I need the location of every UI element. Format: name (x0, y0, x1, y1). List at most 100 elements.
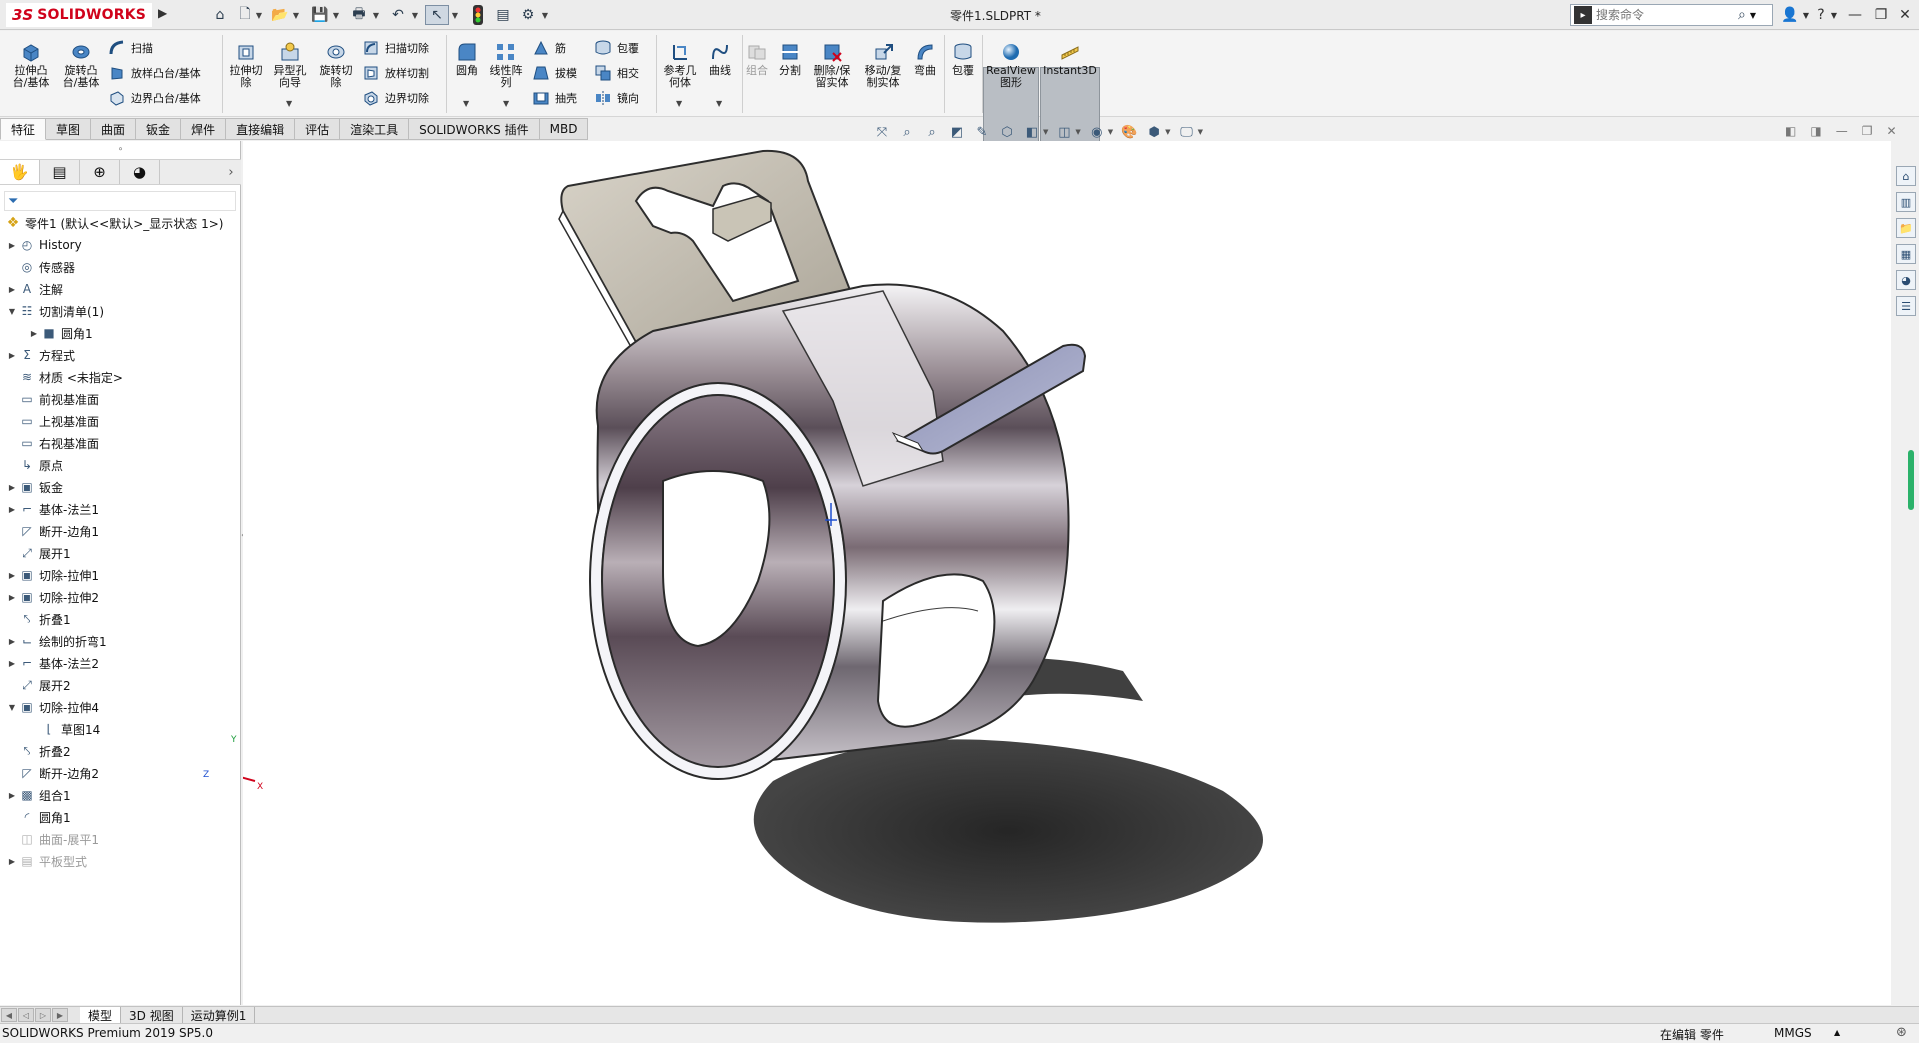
extrude-cut-button[interactable]: 拉伸切 除 (226, 41, 266, 89)
tree-item[interactable]: ▶ ▣ 切除-拉伸1 (0, 564, 241, 586)
tree-item[interactable]: ⤢ 展开1 (0, 542, 241, 564)
chevron-down-icon[interactable]: ▼ (372, 5, 380, 25)
restore-button[interactable]: ❐ (1870, 4, 1892, 26)
render-icon[interactable]: ⬢ (1145, 123, 1163, 141)
tree-item[interactable]: ⤢ 展开2 (0, 674, 241, 696)
wrap-feature-button[interactable]: 包覆 (948, 41, 978, 77)
expand-icon[interactable]: ▶ (6, 505, 18, 514)
tree-item[interactable]: ▶ A 注解 (0, 278, 241, 300)
custom-properties-icon[interactable]: ☰ (1896, 296, 1916, 316)
revolve-boss-button[interactable]: 旋转凸 台/基体 (58, 41, 104, 89)
tree-item[interactable]: ◫ 曲面-展平1 (0, 828, 241, 850)
tab-direct-editing[interactable]: 直接编辑 (226, 118, 296, 140)
chevron-down-icon[interactable]: ▼ (1108, 128, 1113, 136)
gear-icon[interactable]: ⚙ (518, 5, 538, 25)
loft-boss-button[interactable]: 放样凸台/基体 (108, 62, 201, 84)
zoom-to-fit-icon[interactable]: ⤧ (873, 123, 891, 141)
chevron-up-icon[interactable]: ▲ (1834, 1028, 1840, 1037)
edit-appearance-icon[interactable]: ◉ (1088, 123, 1106, 141)
tab-3d-view[interactable]: 3D 视图 (121, 1007, 183, 1023)
chevron-down-icon[interactable]: ▼ (1165, 128, 1170, 136)
undo-icon[interactable]: ↶ (387, 5, 409, 25)
chevron-down-icon[interactable]: ▼ (1198, 128, 1203, 136)
file-explorer-icon[interactable]: 📁 (1896, 218, 1916, 238)
reference-geometry-button[interactable]: 参考几 何体 (660, 41, 700, 89)
tab-motion-study[interactable]: 运动算例1 (183, 1007, 256, 1023)
tab-sketch[interactable]: 草图 (46, 118, 92, 140)
chevron-down-icon[interactable]: ▼ (1750, 11, 1756, 20)
model-view[interactable] (214, 141, 1891, 1005)
dynamic-annotation-icon[interactable]: ✎ (973, 123, 991, 141)
sweep-button[interactable]: 扫描 (108, 37, 153, 59)
previous-view-icon[interactable]: ⌕ (923, 123, 941, 141)
graphics-area[interactable]: Y Z X (203, 141, 1891, 1005)
tree-item[interactable]: ▼ ☷ 切割清单(1) (0, 300, 241, 322)
tab-weldments[interactable]: 焊件 (181, 118, 227, 140)
revolve-cut-button[interactable]: 旋转切 除 (316, 41, 356, 89)
chevron-down-icon[interactable]: ▼ (716, 99, 722, 108)
swept-cut-button[interactable]: 扫描切除 (362, 37, 429, 59)
tree-item[interactable]: ▭ 前视基准面 (0, 388, 241, 410)
expand-icon[interactable]: ▶ (6, 791, 18, 800)
tree-item[interactable]: ▶ ⌐ 基体-法兰2 (0, 652, 241, 674)
move-copy-body-button[interactable]: 移动/复 制实体 (860, 41, 906, 89)
chevron-down-icon[interactable]: ▼ (411, 5, 419, 25)
chevron-down-icon[interactable]: ▼ (503, 99, 509, 108)
print-icon[interactable]: 🖶 (348, 5, 370, 25)
configurationmanager-tab-icon[interactable]: ⊕ (80, 160, 120, 184)
expand-icon[interactable]: ▶ (6, 571, 18, 580)
tree-item[interactable]: ▶ Σ 方程式 (0, 344, 241, 366)
tab-addins[interactable]: SOLIDWORKS 插件 (409, 118, 540, 140)
delete-keep-body-button[interactable]: 删除/保 留实体 (810, 41, 854, 89)
expand-icon[interactable]: ▶ (6, 241, 18, 250)
tab-evaluate[interactable]: 评估 (295, 118, 341, 140)
tree-item[interactable]: ▶ ⌙ 绘制的折弯1 (0, 630, 241, 652)
solidworks-logo[interactable]: 3S SOLIDWORKS (6, 3, 152, 27)
linear-pattern-button[interactable]: 线性阵 列 (486, 41, 526, 89)
fillet-button[interactable]: 圆角 (450, 41, 484, 77)
collapse-icon[interactable]: ▼ (6, 703, 18, 712)
expand-icon[interactable]: ▶ (6, 285, 18, 294)
chevron-down-icon[interactable]: ▼ (451, 5, 459, 25)
save-icon[interactable]: 💾 (310, 5, 330, 25)
collapse-icon[interactable]: ▼ (6, 307, 18, 316)
search-icon[interactable]: ⌕ (1738, 7, 1746, 23)
extrude-boss-button[interactable]: 拉伸凸 台/基体 (8, 41, 54, 89)
rib-button[interactable]: 筋 (532, 37, 566, 59)
solidworks-resources-icon[interactable]: ⌂ (1896, 166, 1916, 186)
design-library-icon[interactable]: ▥ (1896, 192, 1916, 212)
tree-item[interactable]: ▶ ▩ 组合1 (0, 784, 241, 806)
apply-scene-icon[interactable]: 🎨 (1120, 123, 1138, 141)
chevron-down-icon[interactable]: ▼ (676, 99, 682, 108)
hole-wizard-button[interactable]: 异型孔 向导 (270, 41, 310, 89)
tree-item[interactable]: ▶ ▣ 切除-拉伸2 (0, 586, 241, 608)
quick-tips-icon[interactable]: ⊛ (1896, 1025, 1907, 1040)
tree-item[interactable]: ▭ 右视基准面 (0, 432, 241, 454)
first-tab-icon[interactable]: ◀ (1, 1008, 17, 1022)
tree-item[interactable]: ⤣ 折叠2 (0, 740, 241, 762)
flex-button[interactable]: 弯曲 (910, 41, 940, 77)
next-tab-icon[interactable]: ▷ (35, 1008, 51, 1022)
filter-icon[interactable]: ⏷ (8, 194, 18, 209)
tab-model[interactable]: 模型 (80, 1007, 122, 1023)
tree-item[interactable]: ▼ ▣ 切除-拉伸4 (0, 696, 241, 718)
chevron-down-icon[interactable]: ▼ (1075, 128, 1080, 136)
search-input[interactable] (1596, 8, 1736, 22)
close-button[interactable]: ✕ (1894, 4, 1916, 26)
chevron-right-icon[interactable]: › (221, 160, 241, 184)
minimize-button[interactable]: — (1844, 4, 1866, 26)
doc-close-button[interactable]: ✕ (1886, 124, 1896, 138)
tile-left-icon[interactable]: ◧ (1785, 124, 1796, 138)
chevron-down-icon[interactable]: ▼ (332, 5, 340, 25)
rebuild-icon[interactable] (469, 5, 487, 25)
split-button[interactable]: 分割 (774, 41, 806, 77)
chevron-down-icon[interactable]: ▼ (1043, 128, 1048, 136)
unit-system[interactable]: MMGS (1774, 1026, 1812, 1040)
expand-icon[interactable]: ▶ (6, 857, 18, 866)
search-commands[interactable]: ▸ ⌕ ▼ (1570, 4, 1773, 26)
user-icon[interactable]: 👤 (1779, 4, 1801, 26)
chevron-down-icon[interactable]: ▼ (286, 99, 292, 108)
boundary-boss-button[interactable]: 边界凸台/基体 (108, 87, 201, 109)
panel-grip[interactable]: ⚬ (0, 141, 241, 159)
tree-item[interactable]: ▶ ◴ History (0, 234, 241, 256)
